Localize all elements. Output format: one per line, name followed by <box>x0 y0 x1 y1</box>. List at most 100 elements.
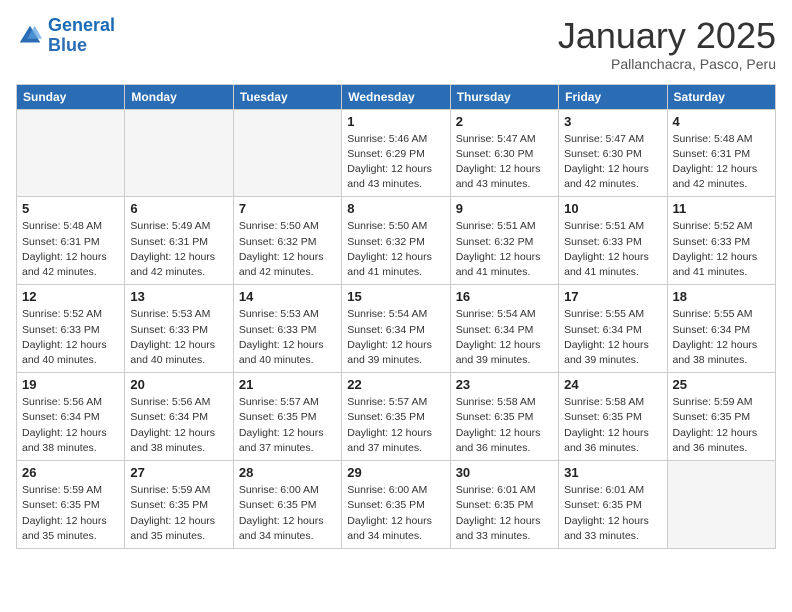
calendar-cell: 4Sunrise: 5:48 AM Sunset: 6:31 PM Daylig… <box>667 109 775 197</box>
day-info: Sunrise: 5:53 AM Sunset: 6:33 PM Dayligh… <box>130 307 227 368</box>
calendar-cell: 15 Sunrise: 5:54 AM Sunset: 6:34 PM Dayli… <box>342 285 450 373</box>
day-info: Sunrise: 5:52 AM Sunset: 6:33 PM Dayligh… <box>22 307 119 368</box>
day-info: Sunrise: 5:55 AM Sunset: 6:34 PM Dayligh… <box>673 307 770 368</box>
day-number: 17 <box>564 289 661 304</box>
day-number: 13 <box>130 289 227 304</box>
calendar-cell: 17 Sunrise: 5:55 AM Sunset: 6:34 PM Dayli… <box>559 285 667 373</box>
day-info: Sunrise: 5:58 AM Sunset: 6:35 PM Dayligh… <box>564 395 661 456</box>
calendar-cell <box>667 461 775 549</box>
day-number: 9 <box>456 201 553 216</box>
day-number: 11 <box>673 201 770 216</box>
logo-text: General Blue <box>48 16 115 56</box>
calendar-cell: 28 Sunrise: 6:00 AM Sunset: 6:35 PM Dayli… <box>233 461 341 549</box>
calendar-cell: 12 Sunrise: 5:52 AM Sunset: 6:33 PM Dayli… <box>17 285 125 373</box>
calendar-cell: 30 Sunrise: 6:01 AM Sunset: 6:35 PM Dayli… <box>450 461 558 549</box>
calendar-cell: 18 Sunrise: 5:55 AM Sunset: 6:34 PM Dayli… <box>667 285 775 373</box>
day-number: 22 <box>347 377 444 392</box>
calendar-cell: 27 Sunrise: 5:59 AM Sunset: 6:35 PM Dayli… <box>125 461 233 549</box>
day-number: 18 <box>673 289 770 304</box>
day-info: Sunrise: 5:47 AM Sunset: 6:30 PM Dayligh… <box>564 132 661 193</box>
calendar-cell: 3 Sunrise: 5:47 AM Sunset: 6:30 PM Daylig… <box>559 109 667 197</box>
calendar-cell: 23 Sunrise: 5:58 AM Sunset: 6:35 PM Dayli… <box>450 373 558 461</box>
calendar-week-4: 19 Sunrise: 5:56 AM Sunset: 6:34 PM Dayli… <box>17 373 776 461</box>
day-info: Sunrise: 6:01 AM Sunset: 6:35 PM Dayligh… <box>564 483 661 544</box>
calendar-cell: 24 Sunrise: 5:58 AM Sunset: 6:35 PM Dayli… <box>559 373 667 461</box>
calendar-cell: 16 Sunrise: 5:54 AM Sunset: 6:34 PM Dayli… <box>450 285 558 373</box>
day-info: Sunrise: 5:51 AM Sunset: 6:32 PM Dayligh… <box>456 219 553 280</box>
day-info: Sunrise: 5:52 AM Sunset: 6:33 PM Dayligh… <box>673 219 770 280</box>
day-number: 16 <box>456 289 553 304</box>
logo-icon <box>16 22 44 50</box>
day-info: Sunrise: 5:55 AM Sunset: 6:34 PM Dayligh… <box>564 307 661 368</box>
month-title: January 2025 <box>558 16 776 56</box>
day-info: Sunrise: 5:48 AM Sunset: 6:31 PM Dayligh… <box>22 219 119 280</box>
day-info: Sunrise: 5:53 AM Sunset: 6:33 PM Dayligh… <box>239 307 336 368</box>
calendar-cell: 20 Sunrise: 5:56 AM Sunset: 6:34 PM Dayli… <box>125 373 233 461</box>
calendar-cell <box>125 109 233 197</box>
day-number: 23 <box>456 377 553 392</box>
day-number: 1 <box>347 114 444 129</box>
day-number: 8 <box>347 201 444 216</box>
logo: General Blue <box>16 16 115 56</box>
calendar-cell: 6 Sunrise: 5:49 AM Sunset: 6:31 PM Daylig… <box>125 197 233 285</box>
day-info: Sunrise: 5:54 AM Sunset: 6:34 PM Dayligh… <box>456 307 553 368</box>
day-info: Sunrise: 5:57 AM Sunset: 6:35 PM Dayligh… <box>347 395 444 456</box>
day-number: 20 <box>130 377 227 392</box>
page-header: General Blue January 2025 Pallanchacra, … <box>16 16 776 72</box>
calendar-week-3: 12 Sunrise: 5:52 AM Sunset: 6:33 PM Dayli… <box>17 285 776 373</box>
calendar-cell <box>17 109 125 197</box>
day-info: Sunrise: 5:59 AM Sunset: 6:35 PM Dayligh… <box>673 395 770 456</box>
weekday-header-sunday: Sunday <box>17 84 125 109</box>
weekday-header-thursday: Thursday <box>450 84 558 109</box>
calendar-table: SundayMondayTuesdayWednesdayThursdayFrid… <box>16 84 776 549</box>
title-block: January 2025 Pallanchacra, Pasco, Peru <box>558 16 776 72</box>
day-number: 30 <box>456 465 553 480</box>
calendar-cell: 10 Sunrise: 5:51 AM Sunset: 6:33 PM Dayli… <box>559 197 667 285</box>
day-number: 27 <box>130 465 227 480</box>
day-number: 15 <box>347 289 444 304</box>
day-number: 12 <box>22 289 119 304</box>
day-info: Sunrise: 5:49 AM Sunset: 6:31 PM Dayligh… <box>130 219 227 280</box>
day-info: Sunrise: 6:01 AM Sunset: 6:35 PM Dayligh… <box>456 483 553 544</box>
day-number: 10 <box>564 201 661 216</box>
day-number: 25 <box>673 377 770 392</box>
day-number: 3 <box>564 114 661 129</box>
calendar-cell: 21Sunrise: 5:57 AM Sunset: 6:35 PM Dayli… <box>233 373 341 461</box>
calendar-cell: 31Sunrise: 6:01 AM Sunset: 6:35 PM Dayli… <box>559 461 667 549</box>
day-info: Sunrise: 5:51 AM Sunset: 6:33 PM Dayligh… <box>564 219 661 280</box>
weekday-header-monday: Monday <box>125 84 233 109</box>
day-number: 6 <box>130 201 227 216</box>
weekday-header-row: SundayMondayTuesdayWednesdayThursdayFrid… <box>17 84 776 109</box>
logo-general: General <box>48 15 115 35</box>
day-info: Sunrise: 5:54 AM Sunset: 6:34 PM Dayligh… <box>347 307 444 368</box>
day-number: 14 <box>239 289 336 304</box>
day-info: Sunrise: 6:00 AM Sunset: 6:35 PM Dayligh… <box>239 483 336 544</box>
day-number: 19 <box>22 377 119 392</box>
calendar-cell: 9 Sunrise: 5:51 AM Sunset: 6:32 PM Daylig… <box>450 197 558 285</box>
day-number: 5 <box>22 201 119 216</box>
weekday-header-saturday: Saturday <box>667 84 775 109</box>
calendar-cell: 5 Sunrise: 5:48 AM Sunset: 6:31 PM Daylig… <box>17 197 125 285</box>
weekday-header-friday: Friday <box>559 84 667 109</box>
day-info: Sunrise: 5:56 AM Sunset: 6:34 PM Dayligh… <box>130 395 227 456</box>
day-info: Sunrise: 5:59 AM Sunset: 6:35 PM Dayligh… <box>130 483 227 544</box>
calendar-cell: 22 Sunrise: 5:57 AM Sunset: 6:35 PM Dayli… <box>342 373 450 461</box>
day-number: 29 <box>347 465 444 480</box>
calendar-week-1: 1 Sunrise: 5:46 AM Sunset: 6:29 PM Daylig… <box>17 109 776 197</box>
calendar-cell: 11 Sunrise: 5:52 AM Sunset: 6:33 PM Dayli… <box>667 197 775 285</box>
day-info: Sunrise: 5:50 AM Sunset: 6:32 PM Dayligh… <box>239 219 336 280</box>
day-number: 28 <box>239 465 336 480</box>
day-info: Sunrise: 5:58 AM Sunset: 6:35 PM Dayligh… <box>456 395 553 456</box>
calendar-cell: 19 Sunrise: 5:56 AM Sunset: 6:34 PM Dayli… <box>17 373 125 461</box>
day-info: Sunrise: 5:56 AM Sunset: 6:34 PM Dayligh… <box>22 395 119 456</box>
calendar-cell: 29Sunrise: 6:00 AM Sunset: 6:35 PM Dayli… <box>342 461 450 549</box>
day-info: Sunrise: 5:50 AM Sunset: 6:32 PM Dayligh… <box>347 219 444 280</box>
day-number: 24 <box>564 377 661 392</box>
day-number: 2 <box>456 114 553 129</box>
calendar-cell: 2 Sunrise: 5:47 AM Sunset: 6:30 PM Daylig… <box>450 109 558 197</box>
day-info: Sunrise: 5:46 AM Sunset: 6:29 PM Dayligh… <box>347 132 444 193</box>
day-info: Sunrise: 5:47 AM Sunset: 6:30 PM Dayligh… <box>456 132 553 193</box>
calendar-cell: 14 Sunrise: 5:53 AM Sunset: 6:33 PM Dayli… <box>233 285 341 373</box>
logo-blue: Blue <box>48 35 87 55</box>
day-number: 26 <box>22 465 119 480</box>
